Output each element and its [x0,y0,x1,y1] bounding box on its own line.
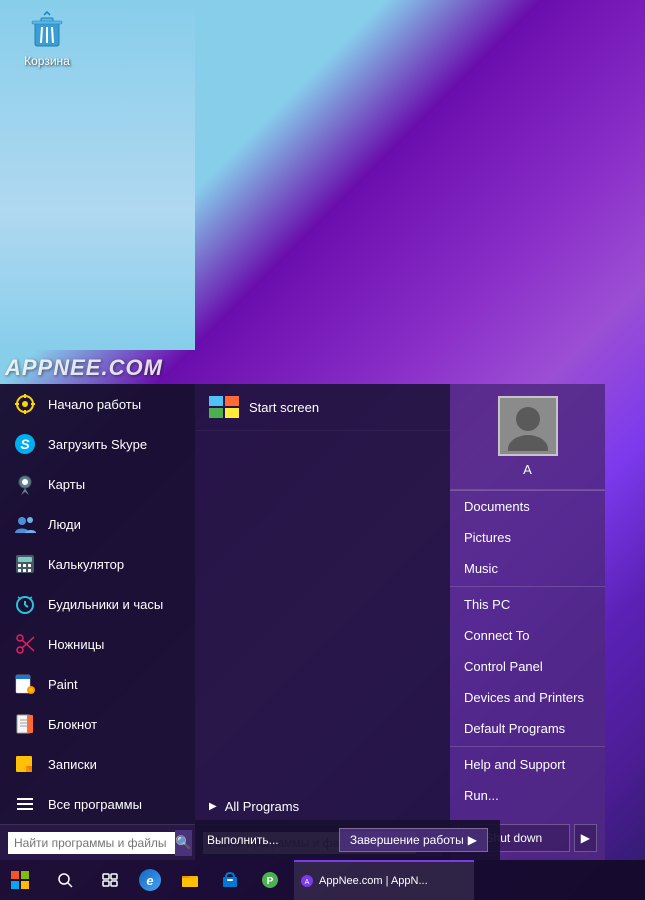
taskbar-app-appnee[interactable]: A AppNee.com | AppN... [294,860,474,900]
startup-label: Начало работы [48,397,141,412]
allprograms-label: Все программы [48,797,142,812]
right-item-controlpanel[interactable]: Control Panel [450,651,605,682]
allprograms-icon [12,791,38,817]
divider-1 [450,586,605,587]
stickynotes-label: Записки [48,757,97,772]
recycle-bin-label: Корзина [24,54,70,68]
right-item-defaultprograms[interactable]: Default Programs [450,713,605,744]
start-menu-right-panel: A Documents Pictures Music This PC Conne… [450,384,605,860]
right-item-devicesandprinters[interactable]: Devices and Printers [450,682,605,713]
taskbar-start-button[interactable] [0,860,40,900]
calc-icon [12,551,38,577]
notification-button[interactable]: Завершение работы ▶ [339,828,488,852]
taskbar-store-button[interactable] [210,860,250,900]
right-item-helpandsupport[interactable]: Help and Support [450,749,605,780]
start-middle-content [195,431,450,789]
paint-label: Paint [48,677,78,692]
taskbar-explorer-button[interactable] [170,860,210,900]
notification-overlay: Выполнить... Завершение работы ▶ [195,820,500,860]
start-search-button[interactable]: 🔍 [175,830,192,856]
start-menu: Начало работы S Загрузить Skype Карты [0,384,605,860]
start-screen-item[interactable]: Start screen [195,384,450,431]
shutdown-arrow-button[interactable]: ▶ [574,824,597,852]
start-item-people[interactable]: Люди [0,504,195,544]
paint-icon [12,671,38,697]
search-icon [57,872,73,888]
svg-text:S: S [20,436,30,452]
all-programs-item[interactable]: ▶ All Programs [195,789,450,824]
scissors-label: Ножницы [48,637,104,652]
recycle-bin-svg [27,10,67,50]
svg-text:A: A [305,879,310,886]
people-label: Люди [48,517,81,532]
start-search-input[interactable] [8,832,175,854]
desktop: Корзина APPNEE.COM Начало работы S Загру… [0,0,645,900]
start-item-startup[interactable]: Начало работы [0,384,195,424]
start-item-allprograms[interactable]: Все программы [0,784,195,824]
maps-label: Карты [48,477,85,492]
all-programs-arrow: ▶ [209,801,217,812]
right-item-thispc[interactable]: This PC [450,589,605,620]
ie-icon: e [139,869,161,891]
start-item-paint[interactable]: Paint [0,664,195,704]
recycle-bin-icon[interactable]: Корзина [12,10,82,68]
start-item-stickynotes[interactable]: Записки [0,744,195,784]
skype-label: Загрузить Skype [48,437,147,452]
start-screen-icon [209,396,239,418]
divider-2 [450,746,605,747]
programs-list: Начало работы S Загрузить Skype Карты [0,384,195,824]
taskbar-task-view-button[interactable] [90,860,130,900]
maps-icon [12,471,38,497]
appnee-icon: A [300,874,314,888]
right-item-connectto[interactable]: Connect To [450,620,605,651]
scissors-icon [12,631,38,657]
start-item-scissors[interactable]: Ножницы [0,624,195,664]
pinned-icon-1: P [261,871,279,889]
skype-icon: S [12,431,38,457]
start-item-calc[interactable]: Калькулятор [0,544,195,584]
windows-logo-icon [11,871,29,889]
notepad-label: Блокнот [48,717,97,732]
start-screen-label: Start screen [249,400,319,415]
start-menu-left-panel: Начало работы S Загрузить Skype Карты [0,384,195,860]
task-view-icon [102,872,118,888]
start-item-maps[interactable]: Карты [0,464,195,504]
calc-label: Калькулятор [48,557,124,572]
alarms-icon [12,591,38,617]
start-item-alarms[interactable]: Будильники и часы [0,584,195,624]
taskbar-pinned-1[interactable]: P [250,860,290,900]
taskbar: e P [0,860,645,900]
startup-icon [12,391,38,417]
user-avatar[interactable] [498,396,558,456]
start-search-bar: 🔍 [0,824,195,860]
people-icon [12,511,38,537]
start-menu-middle-panel: Start screen ▶ All Programs 🔍 [195,384,450,860]
alarms-label: Будильники и часы [48,597,163,612]
start-item-notepad[interactable]: Блокнот [0,704,195,744]
stickynotes-icon [12,751,38,777]
taskbar-ie-button[interactable]: e [130,860,170,900]
user-section: A [450,384,605,490]
svg-text:P: P [267,876,274,887]
notification-text: Выполнить... [207,833,279,847]
right-item-run[interactable]: Run... [450,780,605,811]
right-item-documents[interactable]: Documents [450,491,605,522]
notepad-icon [12,711,38,737]
right-item-pictures[interactable]: Pictures [450,522,605,553]
taskbar-app-label: AppNee.com | AppN... [319,875,428,887]
store-icon [221,871,239,889]
start-item-skype[interactable]: S Загрузить Skype [0,424,195,464]
right-item-music[interactable]: Music [450,553,605,584]
explorer-icon [181,871,199,889]
taskbar-search-button[interactable] [40,860,90,900]
all-programs-label: All Programs [225,799,299,814]
user-name: A [523,462,532,477]
avatar-svg [503,401,553,451]
